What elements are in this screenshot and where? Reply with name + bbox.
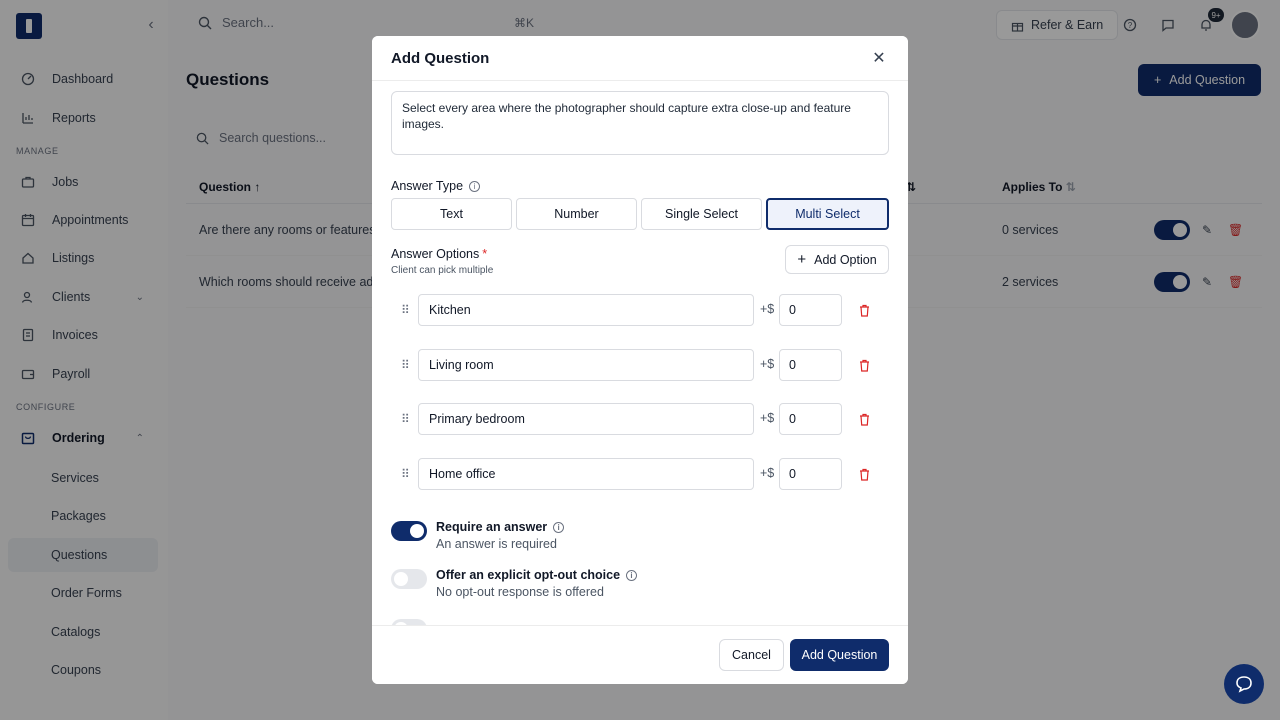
answer-options-help: Client can pick multiple [391, 265, 494, 276]
plus-icon: + [797, 251, 807, 268]
option-price-input[interactable]: 0 [779, 458, 842, 490]
trash-icon[interactable] [857, 357, 871, 373]
dialog-title: Add Question [391, 50, 490, 67]
answer-options-label-text: Answer Options [391, 247, 480, 261]
drag-handle-icon[interactable]: ⠿ [401, 466, 411, 482]
option-price-input[interactable]: 0 [779, 294, 842, 326]
description-textarea[interactable]: Select every area where the photographer… [391, 91, 889, 155]
chat-support-icon[interactable] [1224, 664, 1264, 704]
info-icon[interactable]: i [553, 521, 565, 533]
cancel-button[interactable]: Cancel [719, 639, 784, 671]
dialog-header: Add Question ✕ [372, 36, 908, 81]
option-price-input[interactable]: 0 [779, 349, 842, 381]
answer-option-row: ⠿ Living room +$ 0 [391, 349, 889, 381]
opt-out-subtitle: No opt-out response is offered [436, 585, 604, 599]
info-icon[interactable]: i [469, 180, 481, 192]
answer-type-label: Answer Type i [391, 179, 481, 193]
option-label-input[interactable]: Primary bedroom [418, 403, 754, 435]
answer-option-row: ⠿ Primary bedroom +$ 0 [391, 403, 889, 435]
drag-handle-icon[interactable]: ⠿ [401, 411, 411, 427]
option-label-input[interactable]: Living room [418, 349, 754, 381]
drag-handle-icon[interactable]: ⠿ [401, 302, 411, 318]
required-marker: * [482, 247, 488, 261]
close-icon[interactable]: ✕ [870, 50, 888, 68]
add-question-submit-button[interactable]: Add Question [790, 639, 889, 671]
dialog-body[interactable]: Select every area where the photographer… [372, 81, 908, 625]
answer-type-selector: Text Number Single Select Multi Select [391, 198, 889, 230]
require-answer-toggle[interactable] [391, 521, 427, 541]
price-prefix: +$ [760, 411, 775, 425]
add-question-dialog: Add Question ✕ Select every area where t… [372, 36, 908, 684]
dialog-footer: Cancel Add Question [372, 625, 908, 684]
price-prefix: +$ [760, 302, 775, 316]
require-answer-title: Require an answer i [436, 520, 565, 534]
add-option-button[interactable]: + Add Option [785, 245, 889, 274]
opt-out-title-text: Offer an explicit opt-out choice [436, 568, 621, 582]
answer-type-multi-select[interactable]: Multi Select [766, 198, 889, 230]
answer-options-label: Answer Options * [391, 247, 487, 261]
answer-type-single-select[interactable]: Single Select [641, 198, 762, 230]
option-label-input[interactable]: Kitchen [418, 294, 754, 326]
opt-out-toggle[interactable] [391, 569, 427, 589]
answer-type-label-text: Answer Type [391, 179, 464, 193]
option-label-input[interactable]: Home office [418, 458, 754, 490]
answer-option-row: ⠿ Kitchen +$ 0 [391, 294, 889, 326]
trash-icon[interactable] [857, 466, 871, 482]
trash-icon[interactable] [857, 302, 871, 318]
add-option-label: Add Option [814, 252, 877, 267]
answer-type-text[interactable]: Text [391, 198, 512, 230]
option-price-input[interactable]: 0 [779, 403, 842, 435]
require-answer-subtitle: An answer is required [436, 537, 557, 551]
trash-icon[interactable] [857, 411, 871, 427]
price-prefix: +$ [760, 357, 775, 371]
drag-handle-icon[interactable]: ⠿ [401, 357, 411, 373]
info-icon[interactable]: i [626, 569, 638, 581]
opt-out-title: Offer an explicit opt-out choice i [436, 568, 638, 582]
answer-type-number[interactable]: Number [516, 198, 637, 230]
require-answer-title-text: Require an answer [436, 520, 548, 534]
price-prefix: +$ [760, 466, 775, 480]
answer-option-row: ⠿ Home office +$ 0 [391, 458, 889, 490]
